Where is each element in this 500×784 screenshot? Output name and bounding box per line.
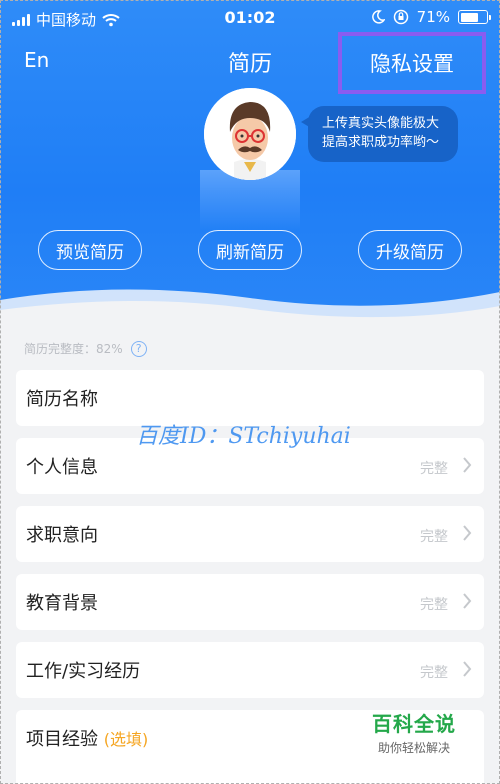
cartoon-avatar-icon xyxy=(204,88,296,180)
watermark: 百度ID：STchiyuhai xyxy=(136,424,351,449)
privacy-settings-button[interactable]: 隐私设置 xyxy=(338,32,486,94)
avatar[interactable] xyxy=(204,88,296,180)
tip-line-1: 上传真实头像能极大 xyxy=(322,116,440,131)
baike-subtitle: 助你轻松解决 xyxy=(377,741,450,755)
completeness-label: 简历完整度：82% xyxy=(24,342,123,356)
section-work-experience[interactable]: 工作/实习经历 完整 xyxy=(16,642,484,698)
section-status: 完整 xyxy=(420,597,448,613)
privacy-settings-label: 隐私设置 xyxy=(370,52,454,76)
optional-tag: (选填) xyxy=(103,730,149,749)
section-label: 项目经验 xyxy=(26,729,98,750)
section-label: 个人信息 xyxy=(26,457,98,478)
section-label: 教育背景 xyxy=(26,593,98,614)
section-label: 求职意向 xyxy=(26,525,98,546)
section-education[interactable]: 教育背景 完整 xyxy=(16,574,484,630)
battery-percent: 71% xyxy=(416,8,450,26)
baike-logo: 百科全说 助你轻松解决 xyxy=(364,708,464,756)
section-label: 简历名称 xyxy=(26,389,98,410)
status-bar: 中国移动 01:02 71% xyxy=(0,0,500,36)
help-icon[interactable]: ? xyxy=(130,340,147,357)
moon-icon xyxy=(371,10,385,24)
chevron-right-icon xyxy=(463,593,472,609)
completeness-row: 简历完整度：82% ? xyxy=(24,340,147,357)
preview-resume-button[interactable]: 预览简历 xyxy=(38,230,142,270)
chevron-right-icon xyxy=(463,661,472,677)
battery-icon xyxy=(458,10,491,24)
nav-bar: En 简历 隐私设置 xyxy=(0,32,500,94)
section-job-intention[interactable]: 求职意向 完整 xyxy=(16,506,484,562)
header-wave xyxy=(0,289,500,320)
section-label-row: 项目经验 (选填) xyxy=(26,725,148,751)
chevron-right-icon xyxy=(463,457,472,473)
section-status: 完整 xyxy=(420,461,448,477)
chevron-right-icon xyxy=(463,525,472,541)
tip-line-2: 提高求职成功率哟～ xyxy=(322,135,440,150)
section-status: 完整 xyxy=(420,665,448,681)
upgrade-resume-button[interactable]: 升级简历 xyxy=(358,230,462,270)
section-status: 完整 xyxy=(420,529,448,545)
baike-title: 百科全说 xyxy=(372,712,456,736)
resume-header: 中国移动 01:02 71% En 简历 隐私设置 上传真实头像能极大 提高求职… xyxy=(0,0,500,320)
section-label: 工作/实习经历 xyxy=(26,661,141,682)
refresh-resume-button[interactable]: 刷新简历 xyxy=(198,230,302,270)
avatar-tip-bubble: 上传真实头像能极大 提高求职成功率哟～ xyxy=(301,106,458,162)
rotation-lock-icon xyxy=(393,9,408,25)
